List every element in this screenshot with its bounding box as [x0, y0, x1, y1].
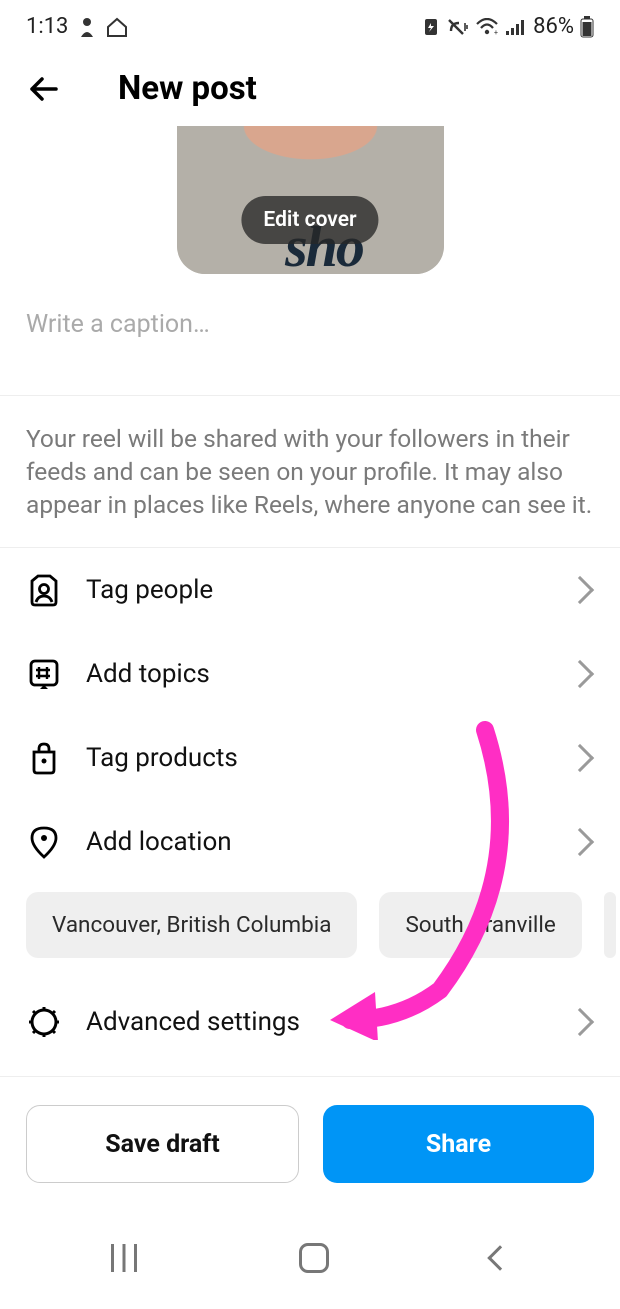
caption-placeholder: Write a caption… — [26, 310, 594, 339]
back-button[interactable] — [26, 70, 64, 108]
home-icon — [106, 17, 128, 37]
location-chip[interactable] — [604, 892, 616, 958]
svg-text:+: + — [494, 29, 498, 36]
shopping-bag-icon — [26, 740, 62, 776]
advanced-settings-label: Advanced settings — [86, 1007, 570, 1037]
edit-cover-button[interactable]: Edit cover — [241, 196, 378, 244]
status-bar: 1:13 + 86% — [0, 0, 620, 49]
location-suggestions: Vancouver, British Columbia South Granvi… — [0, 884, 620, 980]
status-right: + 86% — [423, 14, 594, 39]
tag-people-row[interactable]: Tag people — [0, 548, 620, 632]
status-time: 1:13 — [26, 14, 68, 39]
add-topics-label: Add topics — [86, 659, 570, 689]
info-block: Your reel will be shared with your follo… — [0, 395, 620, 548]
location-chip[interactable]: Vancouver, British Columbia — [26, 892, 357, 958]
nav-recents-button[interactable] — [111, 1244, 137, 1272]
chevron-right-icon — [566, 744, 594, 772]
tag-people-label: Tag people — [86, 575, 570, 605]
advanced-settings-row[interactable]: Advanced settings — [0, 980, 620, 1064]
hashtag-icon — [26, 656, 62, 692]
battery-icon — [580, 16, 594, 38]
location-chip[interactable]: South Granville — [379, 892, 581, 958]
gear-icon — [26, 1004, 62, 1040]
caption-input[interactable]: Write a caption… — [0, 274, 620, 395]
tag-products-row[interactable]: Tag products — [0, 716, 620, 800]
add-location-row[interactable]: Add location — [0, 800, 620, 884]
info-text: Your reel will be shared with your follo… — [26, 422, 594, 521]
chevron-right-icon — [566, 576, 594, 604]
share-button[interactable]: Share — [323, 1105, 594, 1183]
vibrate-icon — [445, 17, 469, 37]
page-title: New post — [118, 69, 257, 108]
status-left: 1:13 — [26, 14, 128, 39]
nav-home-button[interactable] — [299, 1243, 329, 1273]
location-pin-icon — [26, 824, 62, 860]
add-topics-row[interactable]: Add topics — [0, 632, 620, 716]
wifi-icon: + — [475, 18, 499, 36]
signal-icon — [505, 18, 527, 36]
chevron-right-icon — [566, 660, 594, 688]
system-nav-bar — [0, 1219, 620, 1309]
nav-back-button[interactable] — [487, 1245, 512, 1270]
save-draft-button[interactable]: Save draft — [26, 1105, 299, 1183]
chevron-right-icon — [566, 1008, 594, 1036]
tag-products-label: Tag products — [86, 743, 570, 773]
battery-saver-icon — [423, 17, 439, 37]
chevron-right-icon — [566, 828, 594, 856]
status-app-icon — [78, 17, 96, 37]
cover-preview[interactable]: sho Edit cover — [0, 126, 620, 274]
add-location-label: Add location — [86, 827, 570, 857]
header: New post — [0, 49, 620, 126]
battery-percentage: 86% — [533, 14, 574, 39]
footer: Save draft Share — [0, 1076, 620, 1211]
tag-people-icon — [26, 572, 62, 608]
